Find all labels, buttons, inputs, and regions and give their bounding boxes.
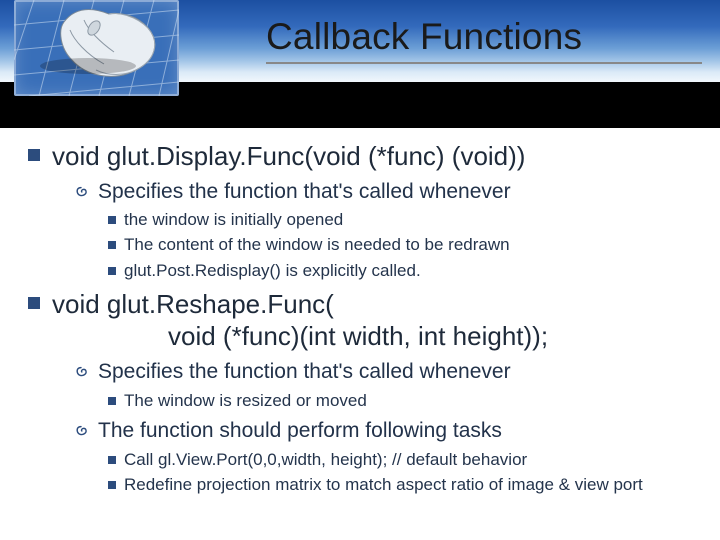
section-1: void glut.Display.Func(void (*func) (voi… — [28, 140, 702, 282]
bullet-item: Call gl.View.Port(0,0,width, height); //… — [108, 449, 702, 471]
square-bullet-icon — [108, 456, 116, 464]
slide-content: void glut.Display.Func(void (*func) (voi… — [0, 128, 720, 504]
bullet-text: The content of the window is needed to b… — [124, 234, 510, 256]
bullet-text: The window is resized or moved — [124, 390, 367, 412]
bullet-item: the window is initially opened — [108, 209, 702, 231]
sub-text: Specifies the function that's called whe… — [98, 359, 511, 386]
bullet-text: Redefine projection matrix to match aspe… — [124, 474, 643, 496]
heading-line-2: void (*func)(int width, int height)); — [52, 320, 548, 353]
bullet-item: Redefine projection matrix to match aspe… — [108, 474, 702, 496]
swirl-bullet-icon — [74, 365, 88, 379]
bullet-text: Call gl.View.Port(0,0,width, height); //… — [124, 449, 527, 471]
sub-item: Specifies the function that's called whe… — [74, 179, 702, 282]
square-bullet-icon — [28, 297, 40, 309]
swirl-bullet-icon — [74, 185, 88, 199]
square-bullet-icon — [108, 216, 116, 224]
square-bullet-icon — [108, 397, 116, 405]
heading-line-1: void glut.Reshape.Func( — [52, 289, 334, 319]
sub-item: The function should perform following ta… — [74, 418, 702, 496]
mouse-icon — [14, 0, 179, 96]
slide: Callback Functions — [0, 0, 720, 540]
bullet-item: The window is resized or moved — [108, 390, 702, 412]
section-heading: void glut.Display.Func(void (*func) (voi… — [52, 140, 525, 173]
header-image — [14, 0, 179, 96]
sub-text: The function should perform following ta… — [98, 418, 502, 445]
sub-text: Specifies the function that's called whe… — [98, 179, 511, 206]
bullet-item: glut.Post.Redisplay() is explicitly call… — [108, 260, 702, 282]
sub-item: Specifies the function that's called whe… — [74, 359, 702, 412]
square-bullet-icon — [108, 241, 116, 249]
section-heading: void glut.Reshape.Func( void (*func)(int… — [52, 288, 548, 353]
bullet-text: glut.Post.Redisplay() is explicitly call… — [124, 260, 421, 282]
bullet-item: The content of the window is needed to b… — [108, 234, 702, 256]
square-bullet-icon — [28, 149, 40, 161]
swirl-bullet-icon — [74, 424, 88, 438]
bullet-text: the window is initially opened — [124, 209, 343, 231]
square-bullet-icon — [108, 267, 116, 275]
slide-header: Callback Functions — [0, 0, 720, 130]
square-bullet-icon — [108, 481, 116, 489]
slide-title: Callback Functions — [266, 16, 582, 58]
section-2: void glut.Reshape.Func( void (*func)(int… — [28, 288, 702, 496]
title-underline — [266, 62, 702, 64]
bullet-list: void glut.Display.Func(void (*func) (voi… — [28, 140, 702, 496]
